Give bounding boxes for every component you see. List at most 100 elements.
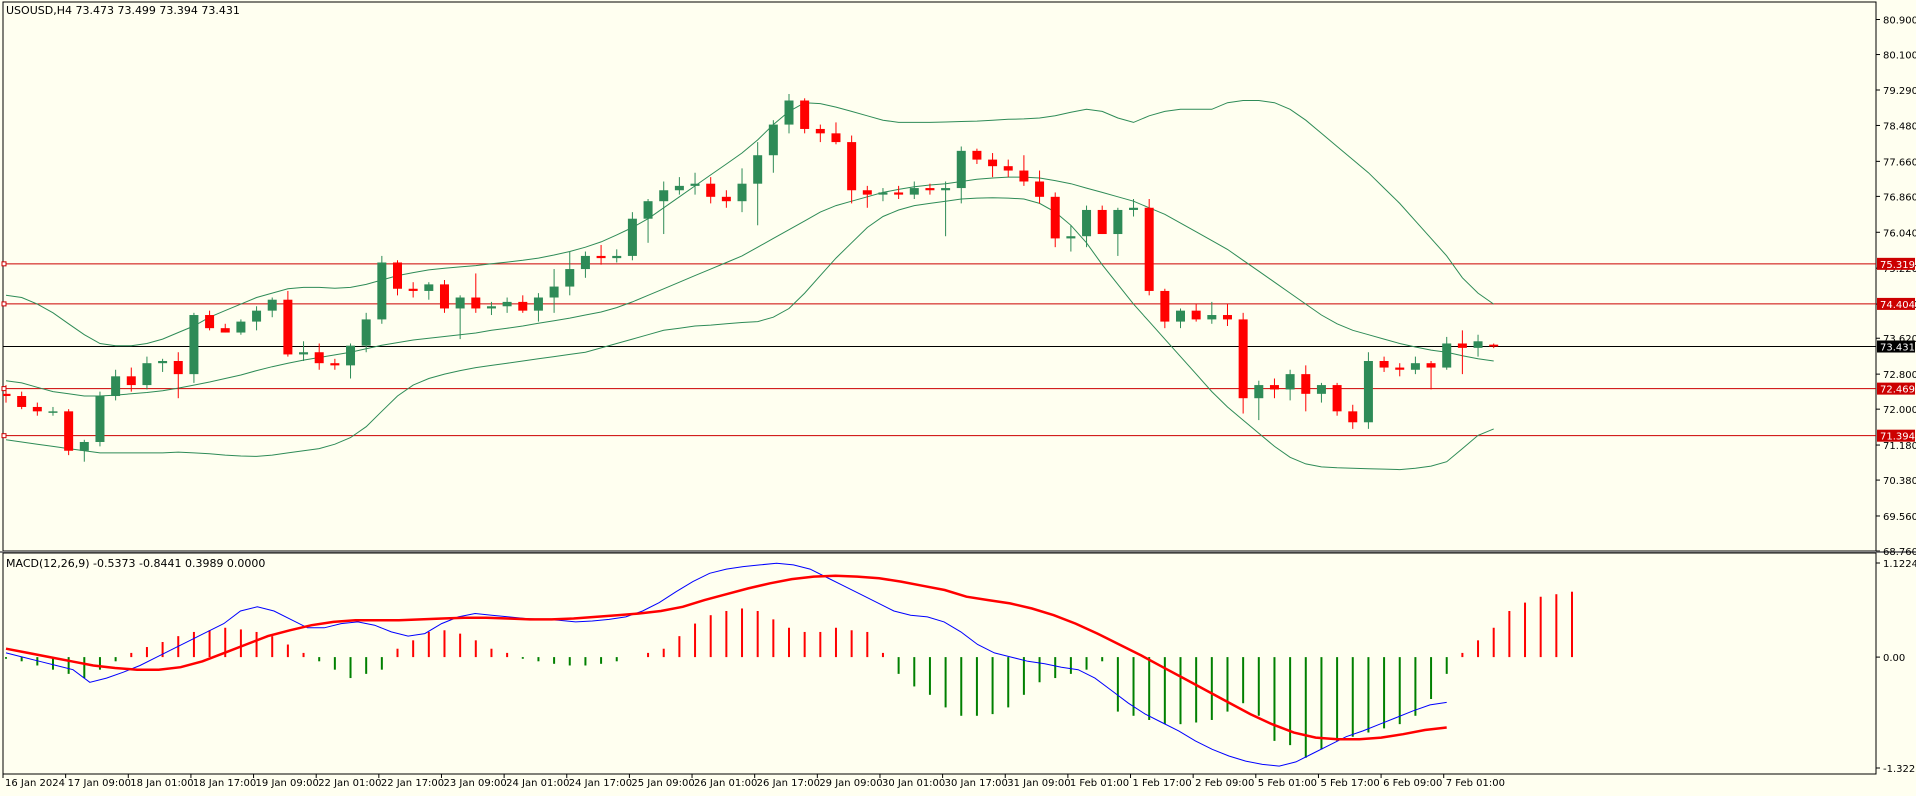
candle-body[interactable] <box>361 319 371 346</box>
candle-body[interactable] <box>1285 374 1295 390</box>
candle-body[interactable] <box>377 262 387 320</box>
candle-body[interactable] <box>862 190 872 195</box>
candle-body[interactable] <box>1019 170 1029 182</box>
candle-body[interactable] <box>956 150 966 189</box>
candle-body[interactable] <box>283 299 293 355</box>
candle-body[interactable] <box>784 100 794 125</box>
candle-body[interactable] <box>753 155 763 184</box>
candle-body[interactable] <box>471 297 481 309</box>
candle-body[interactable] <box>48 411 58 413</box>
candle-body[interactable] <box>627 218 637 256</box>
candle-body[interactable] <box>314 352 324 364</box>
candle-body[interactable] <box>1363 360 1373 423</box>
candle-body[interactable] <box>972 150 982 160</box>
candle-body[interactable] <box>580 255 590 270</box>
candle-body[interactable] <box>894 192 904 195</box>
candle-body[interactable] <box>1129 207 1139 210</box>
candle-body[interactable] <box>189 315 199 375</box>
candle-body[interactable] <box>1066 236 1076 239</box>
candle-body[interactable] <box>737 183 747 202</box>
candle-body[interactable] <box>533 297 543 311</box>
candle-body[interactable] <box>236 321 246 333</box>
candle-body[interactable] <box>831 133 841 143</box>
candle-body[interactable] <box>988 159 998 167</box>
candle-body[interactable] <box>1035 181 1045 197</box>
candle-body[interactable] <box>706 183 716 197</box>
candle-body[interactable] <box>1254 385 1264 399</box>
candle-body[interactable] <box>596 255 606 259</box>
candle-body[interactable] <box>17 396 27 407</box>
candle-body[interactable] <box>408 288 418 291</box>
candle-body[interactable] <box>643 201 653 219</box>
candle-body[interactable] <box>1332 385 1342 412</box>
candle-body[interactable] <box>721 196 731 202</box>
candle-body[interactable] <box>768 124 778 156</box>
candle-body[interactable] <box>1316 385 1326 394</box>
candle-body[interactable] <box>32 406 42 412</box>
candle-body[interactable] <box>1489 344 1499 347</box>
candle-body[interactable] <box>690 183 700 186</box>
candle-body[interactable] <box>95 396 105 442</box>
candle-body[interactable] <box>267 299 277 311</box>
candle-body[interactable] <box>158 360 168 364</box>
candle-body[interactable] <box>565 269 575 287</box>
level-anchor[interactable] <box>1 433 7 439</box>
candle-body[interactable] <box>1426 363 1436 368</box>
candle-body[interactable] <box>1191 310 1201 320</box>
candle-body[interactable] <box>518 301 528 311</box>
candle-body[interactable] <box>1269 385 1279 390</box>
candle-body[interactable] <box>925 188 935 191</box>
candle-body[interactable] <box>486 306 496 309</box>
candle-body[interactable] <box>1176 310 1185 322</box>
candle-body[interactable] <box>1222 315 1232 320</box>
candle-body[interactable] <box>1301 374 1311 394</box>
candle-body[interactable] <box>1160 290 1170 322</box>
candle-body[interactable] <box>393 262 402 289</box>
level-anchor[interactable] <box>1 261 7 267</box>
candle-body[interactable] <box>1457 343 1467 348</box>
candle-body[interactable] <box>1050 196 1060 239</box>
candle-body[interactable] <box>549 286 559 298</box>
candle-body[interactable] <box>800 100 810 129</box>
candle-body[interactable] <box>1082 209 1092 237</box>
candle-body[interactable] <box>1144 207 1154 291</box>
candle-body[interactable] <box>330 363 340 366</box>
candle-body[interactable] <box>847 142 857 191</box>
candle-body[interactable] <box>878 192 888 195</box>
candle-body[interactable] <box>299 352 309 355</box>
candle-body[interactable] <box>612 255 622 259</box>
candle-body[interactable] <box>941 188 951 191</box>
candle-body[interactable] <box>815 128 825 134</box>
trading-chart[interactable]: 80.900 80.100 79.290 78.480 77.660 76.860 76.0… <box>0 0 1916 796</box>
candle-body[interactable] <box>502 301 512 307</box>
candle-body[interactable] <box>1442 343 1452 368</box>
candle-body[interactable] <box>674 185 684 191</box>
candle-body[interactable] <box>455 297 465 309</box>
candle-body[interactable] <box>252 310 262 322</box>
candle-body[interactable] <box>1113 209 1123 235</box>
candle-body[interactable] <box>1379 360 1389 368</box>
candle-body[interactable] <box>659 190 669 202</box>
candle-body[interactable] <box>142 363 152 386</box>
candle-body[interactable] <box>1207 315 1217 320</box>
candle-body[interactable] <box>346 345 356 366</box>
candle-body[interactable] <box>111 376 121 397</box>
candle-body[interactable] <box>126 376 136 386</box>
candle-body[interactable] <box>1410 363 1420 370</box>
candle-body[interactable] <box>1395 367 1405 370</box>
candle-body[interactable] <box>909 188 919 195</box>
candle-body[interactable] <box>173 360 183 375</box>
candle-body[interactable] <box>220 328 230 333</box>
candle-body[interactable] <box>64 411 74 451</box>
candle-body[interactable] <box>439 284 449 309</box>
level-anchor[interactable] <box>1 386 7 392</box>
candle-body[interactable] <box>424 284 434 291</box>
candle-body[interactable] <box>1003 166 1013 171</box>
candle-body[interactable] <box>205 315 215 329</box>
candle-body[interactable] <box>1238 319 1248 399</box>
level-anchor[interactable] <box>1 301 7 307</box>
candle-body[interactable] <box>1097 209 1107 235</box>
candle-body[interactable] <box>1473 341 1483 348</box>
candle-body[interactable] <box>1348 411 1358 423</box>
candle-body[interactable] <box>79 441 89 451</box>
